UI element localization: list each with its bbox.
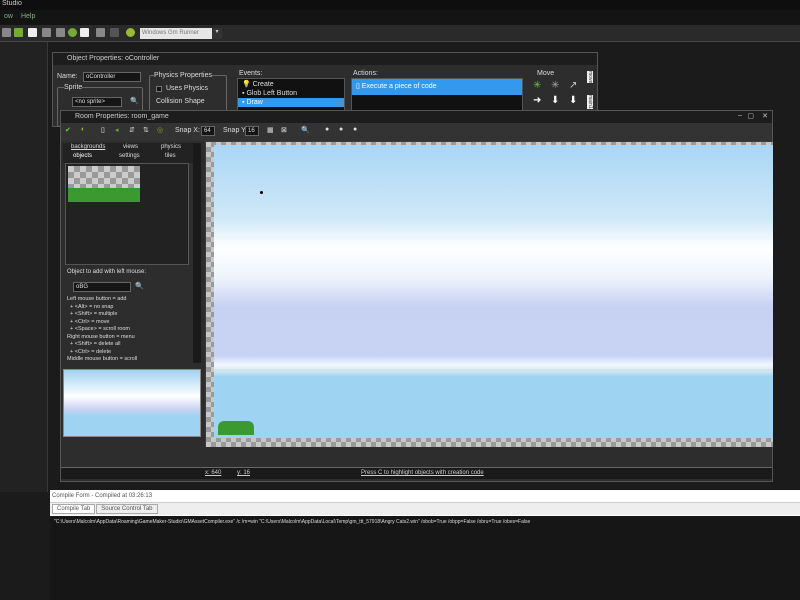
tab-views[interactable]: views (123, 144, 138, 150)
action-execute-code[interactable]: ▯ Execute a piece of code (352, 79, 522, 95)
event-draw[interactable]: ▪ Draw (238, 98, 344, 107)
tab-physics[interactable]: physics (161, 144, 181, 150)
actions-label: Actions: (353, 70, 378, 77)
grass-instance[interactable] (218, 421, 254, 435)
clear-icon[interactable]: ▯ (101, 126, 105, 134)
target-runner-select[interactable]: Windows Gm Runner (140, 28, 222, 39)
menu-bar: ow Help (0, 10, 800, 25)
uses-physics-label: Uses Physics (166, 85, 209, 92)
grass-sprite-image (68, 166, 140, 202)
grid-icon[interactable]: ▦ (267, 126, 274, 134)
close-button[interactable]: ✕ (762, 112, 768, 120)
search-icon[interactable]: 🔍 (130, 97, 139, 105)
compile-header: Compile Form - Compiled at 03:26:13 (50, 490, 800, 503)
snap-x-label: Snap X: (175, 127, 200, 134)
room-toolbar: ✔ ◐ ▯ ◂ ⇵ ⇅ ◎ Snap X: 64 Snap Y: 16 ▦ ⊠ … (61, 123, 772, 141)
arrow-right-icon[interactable]: ➜ (533, 95, 541, 106)
move-tab-label: Move (537, 70, 555, 77)
name-label: Name: (57, 73, 78, 80)
tab-settings[interactable]: settings (119, 153, 140, 159)
room-tabs: backgrounds views physics objects settin… (63, 143, 193, 163)
undo-icon[interactable]: ◐ (81, 126, 85, 133)
zoom-reset-icon[interactable]: ● (353, 126, 357, 133)
arrow-down-icon[interactable]: ⬇ (551, 95, 559, 106)
collision-shape-label: Collision Shape (156, 98, 205, 105)
snap-y-input[interactable]: 16 (245, 126, 259, 136)
object-select[interactable]: oBG (73, 282, 131, 292)
tab-compile[interactable]: Compile Tab (52, 504, 96, 514)
document-icon[interactable] (28, 28, 37, 37)
tool-icon[interactable] (56, 28, 65, 37)
object-to-add-label: Object to add with left mouse: (67, 269, 147, 275)
tab-backgrounds[interactable]: backgrounds (71, 144, 105, 150)
status-hint: Press C to highlight objects with creati… (361, 470, 484, 476)
tab-tiles[interactable]: tiles (165, 153, 176, 159)
snap-x-input[interactable]: 64 (201, 126, 215, 136)
move-fixed-icon[interactable]: ✳ (533, 80, 541, 91)
sprite-label: Sprite (64, 84, 83, 91)
zoom-out-icon[interactable]: ● (339, 126, 343, 133)
window-icon[interactable] (80, 28, 89, 37)
move-free-icon[interactable]: ✳ (551, 80, 559, 91)
uses-physics-checkbox[interactable] (156, 86, 162, 92)
menu-window[interactable]: ow (4, 13, 13, 20)
isometric-icon[interactable]: ⊠ (281, 126, 287, 134)
maximize-button[interactable]: ▢ (747, 112, 754, 120)
compile-form: Compile Form - Compiled at 03:26:13 Comp… (50, 490, 800, 600)
open-icon[interactable] (14, 28, 23, 37)
run-icon[interactable] (68, 28, 77, 37)
resource-tree-panel (0, 42, 48, 492)
side-tab-move[interactable]: move (587, 71, 593, 84)
app-title: Studio (2, 0, 22, 7)
save-icon[interactable] (2, 28, 11, 37)
mouse-y-readout: y: 16 (237, 470, 251, 476)
arrow-down-icon[interactable]: ⬇ (569, 95, 577, 106)
window-title: Room Properties: room_game (61, 111, 772, 123)
room-minimap[interactable] (63, 369, 201, 437)
lock-icon[interactable]: ◎ (157, 126, 163, 134)
ground-line (214, 369, 773, 372)
tool-icon[interactable] (42, 28, 51, 37)
ok-check-icon[interactable]: ✔ (65, 126, 71, 134)
main-toolbar (0, 25, 800, 42)
move-towards-icon[interactable]: ↗ (569, 80, 577, 91)
side-tab-main1[interactable]: main1 (587, 95, 593, 109)
sort-y-icon[interactable]: ⇅ (143, 126, 149, 134)
compile-output[interactable]: "C:\Users\Malcolm\AppData\Roaming\GameMa… (50, 516, 800, 600)
mouse-x-readout: x: 640 (205, 470, 222, 476)
event-glob-left-button[interactable]: ▪ Glob Left Button (238, 89, 344, 98)
search-icon[interactable]: 🔍 (135, 282, 144, 290)
target-icon[interactable] (126, 28, 135, 37)
room-properties-window: Room Properties: room_game – ▢ ✕ ✔ ◐ ▯ ◂… (60, 110, 773, 482)
name-input[interactable]: oController (83, 72, 141, 82)
sprite-select[interactable]: <no sprite> (72, 97, 122, 107)
physics-label: Physics Properties (154, 72, 212, 79)
tab-source-control[interactable]: Source Control Tab (96, 504, 158, 514)
scrollbar[interactable] (193, 143, 201, 363)
controller-instance[interactable] (260, 191, 263, 194)
minimize-button[interactable]: – (738, 112, 742, 119)
zoom-in-icon[interactable]: ● (325, 126, 329, 133)
room-background[interactable] (214, 145, 773, 438)
zoom-icon[interactable]: 🔍 (301, 126, 310, 134)
event-create[interactable]: 💡 Create (238, 79, 344, 89)
sort-x-icon[interactable]: ⇵ (129, 126, 135, 134)
tab-objects[interactable]: objects (73, 153, 92, 159)
list-icon[interactable] (96, 28, 105, 37)
mouse-help-text: Left mouse button = add + <Alt> = no sna… (67, 296, 138, 362)
add-icon[interactable] (110, 28, 119, 37)
snap-y-label: Snap Y: (223, 127, 248, 134)
chevron-down-icon[interactable]: ▾ (212, 28, 222, 39)
menu-help[interactable]: Help (21, 13, 35, 20)
title-bar: Studio (0, 0, 800, 10)
status-bar: x: 640 y: 16 Press C to highlight object… (61, 467, 772, 479)
shift-icon[interactable]: ◂ (115, 126, 119, 134)
object-preview (65, 163, 189, 265)
window-title: Object Properties: oController (53, 53, 597, 65)
events-label: Events: (239, 70, 263, 77)
